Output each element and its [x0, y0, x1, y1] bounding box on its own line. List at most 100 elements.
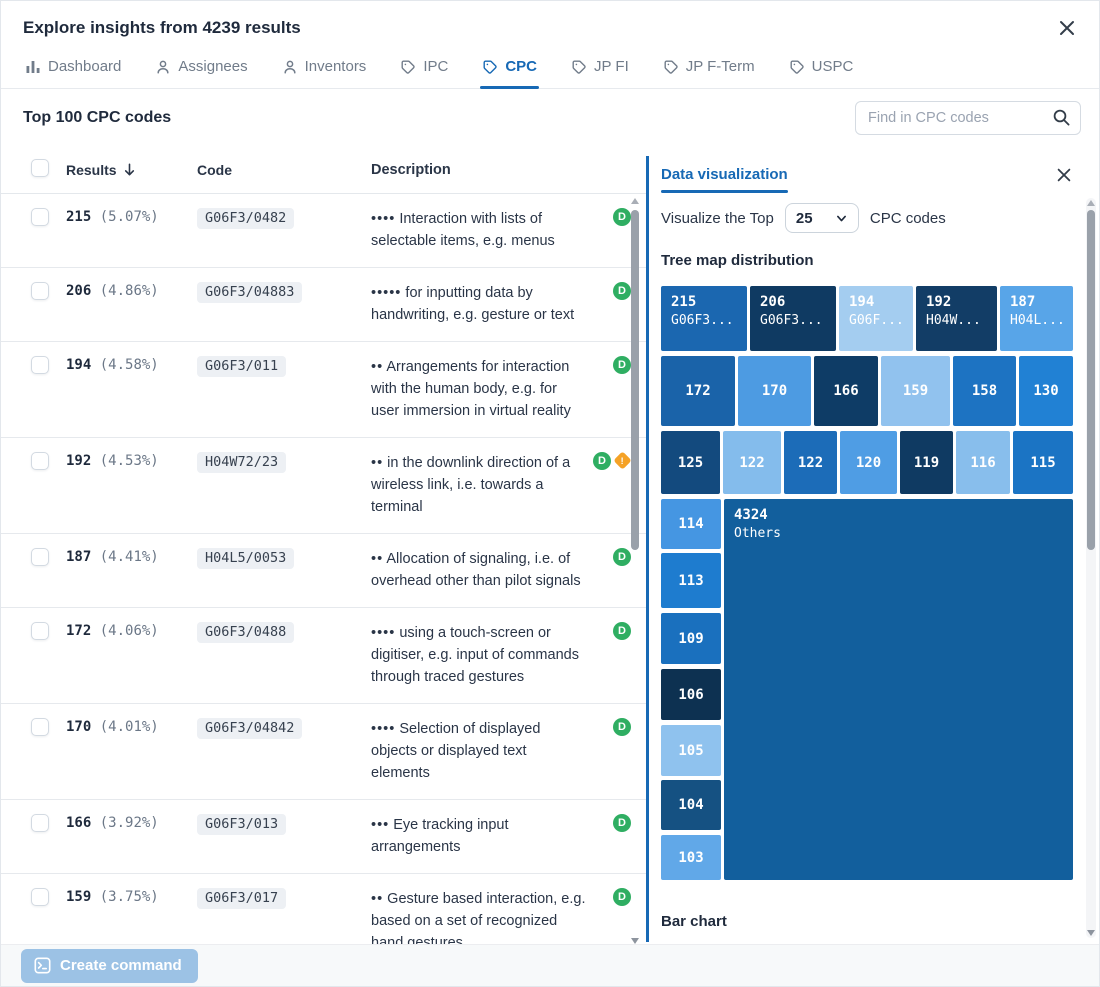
cpc-code-chip[interactable]: G06F3/04883	[197, 282, 303, 303]
description-cell: •• Arrangements for interaction with the…	[371, 359, 571, 419]
treemap-tile[interactable]: 194 G06F...	[839, 286, 913, 351]
definition-badge[interactable]: D	[613, 718, 631, 736]
definition-badge[interactable]: D	[613, 548, 631, 566]
tile-value: 187	[1010, 294, 1036, 310]
cpc-code-chip[interactable]: G06F3/013	[197, 814, 287, 835]
tile-code: G06F3...	[760, 313, 823, 328]
treemap-tile[interactable]: 125	[661, 431, 720, 494]
treemap-tile[interactable]: 158	[953, 356, 1016, 426]
treemap-tile[interactable]: 122	[723, 431, 781, 494]
treemap-tile[interactable]: 103	[661, 835, 721, 880]
treemap-tile[interactable]: 187 H04L...	[1000, 286, 1073, 351]
definition-badge[interactable]: D	[613, 622, 631, 640]
terminal-icon	[34, 957, 51, 974]
result-percent: (4.53%)	[99, 453, 159, 469]
badge-group: D	[589, 356, 631, 374]
treemap-tile[interactable]: 172	[661, 356, 735, 426]
treemap-tile[interactable]: 206 G06F3...	[750, 286, 836, 351]
treemap-tile[interactable]: 105	[661, 725, 721, 776]
treemap-tile[interactable]: 106	[661, 669, 721, 720]
scroll-up-arrow[interactable]	[631, 198, 639, 204]
top-n-select[interactable]: 25	[784, 203, 859, 233]
tab-dashboard[interactable]: Dashboard	[23, 52, 123, 88]
scroll-thumb[interactable]	[631, 210, 639, 550]
cpc-code-chip[interactable]: G06F3/04842	[197, 718, 303, 739]
definition-badge[interactable]: D	[593, 452, 611, 470]
treemap-tile[interactable]: 159	[881, 356, 950, 426]
tab-uspc[interactable]: USPC	[787, 52, 856, 88]
search-input[interactable]	[855, 100, 1081, 135]
row-checkbox[interactable]	[31, 888, 49, 906]
badge-group: D	[589, 888, 631, 906]
treemap-tile[interactable]: 130	[1019, 356, 1073, 426]
panel-scroll-up-arrow[interactable]	[1087, 200, 1095, 206]
badge-group: D	[589, 548, 631, 566]
treemap-tile[interactable]: 4324 Others	[724, 499, 1073, 880]
column-header-results[interactable]: Results	[66, 162, 117, 178]
treemap-tile[interactable]: 119	[900, 431, 953, 494]
tile-value: 215	[671, 294, 697, 310]
page-title: Top 100 CPC codes	[23, 108, 172, 126]
panel-scroll-thumb[interactable]	[1087, 210, 1095, 550]
create-command-button[interactable]: Create command	[21, 948, 198, 983]
tab-assignees[interactable]: Assignees	[153, 52, 249, 88]
treemap-tile[interactable]: 215 G06F3...	[661, 286, 747, 351]
cpc-code-chip[interactable]: H04L5/0053	[197, 548, 295, 569]
tab-data-visualization[interactable]: Data visualization	[661, 158, 788, 193]
treemap-tile[interactable]: 120	[840, 431, 897, 494]
tab-cpc[interactable]: CPC	[480, 52, 539, 89]
result-percent: (4.41%)	[99, 549, 159, 565]
definition-badge[interactable]: D	[613, 282, 631, 300]
panel-scroll-down-arrow[interactable]	[1087, 930, 1095, 936]
treemap-tile[interactable]: 114	[661, 499, 721, 549]
search-icon[interactable]	[1052, 108, 1071, 127]
cpc-code-chip[interactable]: G06F3/0482	[197, 208, 295, 229]
tab-ipc[interactable]: IPC	[398, 52, 450, 88]
definition-badge[interactable]: D	[613, 888, 631, 906]
person-icon	[155, 59, 171, 75]
treemap-tile[interactable]: 104	[661, 780, 721, 830]
row-checkbox[interactable]	[31, 208, 49, 226]
treemap-tile[interactable]: 170	[738, 356, 811, 426]
treemap-tile[interactable]: 115	[1013, 431, 1073, 494]
tile-value: 119	[913, 454, 940, 471]
cpc-table: Results Code Description 215 (5.07%) G06F…	[1, 146, 646, 946]
result-percent: (4.58%)	[99, 357, 159, 373]
tab-jp-f-term[interactable]: JP F-Term	[661, 52, 757, 88]
cpc-code-chip[interactable]: G06F3/017	[197, 888, 287, 909]
row-checkbox[interactable]	[31, 814, 49, 832]
tab-jp-fi[interactable]: JP FI	[569, 52, 631, 88]
definition-badge[interactable]: D	[613, 814, 631, 832]
treemap-tile[interactable]: 113	[661, 553, 721, 608]
treemap-tile[interactable]: 192 H04W...	[916, 286, 997, 351]
row-checkbox[interactable]	[31, 548, 49, 566]
warning-badge[interactable]: !	[613, 451, 632, 470]
treemap-tile[interactable]: 109	[661, 613, 721, 664]
tab-inventors[interactable]: Inventors	[280, 52, 369, 88]
cpc-code-chip[interactable]: G06F3/011	[197, 356, 287, 377]
select-all-checkbox[interactable]	[31, 159, 49, 177]
panel-scrollbar[interactable]	[1086, 198, 1096, 938]
treemap-tile[interactable]: 116	[956, 431, 1010, 494]
definition-badge[interactable]: D	[613, 356, 631, 374]
cpc-code-chip[interactable]: G06F3/0488	[197, 622, 295, 643]
row-checkbox[interactable]	[31, 452, 49, 470]
cpc-codes-label: CPC codes	[869, 209, 946, 227]
row-checkbox[interactable]	[31, 622, 49, 640]
sort-desc-icon[interactable]	[122, 162, 137, 177]
treemap-tile[interactable]: 122	[784, 431, 837, 494]
modal-close-icon[interactable]	[1057, 18, 1077, 38]
tag-icon	[400, 59, 416, 75]
row-checkbox[interactable]	[31, 718, 49, 736]
top-n-value: 25	[795, 209, 813, 227]
panel-close-icon[interactable]	[1055, 166, 1073, 184]
row-checkbox[interactable]	[31, 282, 49, 300]
treemap-tile[interactable]: 166	[814, 356, 878, 426]
definition-badge[interactable]: D	[613, 208, 631, 226]
cpc-code-chip[interactable]: H04W72/23	[197, 452, 287, 473]
row-checkbox[interactable]	[31, 356, 49, 374]
description-cell: •••• using a touch-screen or digitiser, …	[371, 625, 579, 685]
badge-group: D!	[589, 451, 632, 470]
tag-icon	[482, 59, 498, 75]
table-scrollbar[interactable]	[630, 196, 640, 946]
